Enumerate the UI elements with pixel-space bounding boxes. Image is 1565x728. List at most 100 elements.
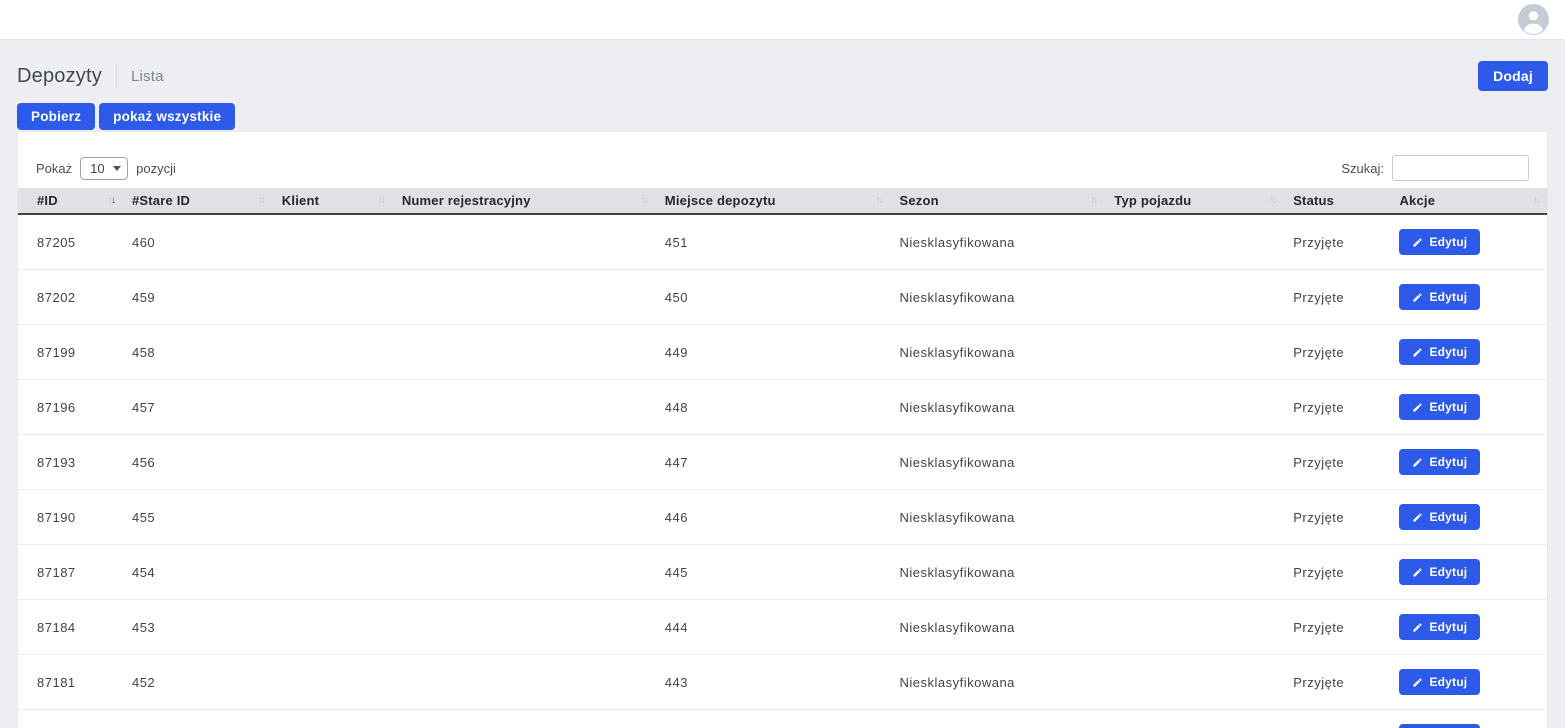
- download-button[interactable]: Pobierz: [17, 103, 95, 130]
- cell-numer: [392, 655, 655, 710]
- sort-icon: ↑↓: [641, 195, 647, 206]
- edit-button[interactable]: Edytuj: [1399, 449, 1480, 475]
- page-length-select[interactable]: 10: [80, 157, 128, 180]
- cell-status: Przyjęte: [1283, 655, 1389, 710]
- cell-sezon: Niesklasyfikowana: [889, 490, 1104, 545]
- column-header-sezon[interactable]: Sezon↑↓: [889, 188, 1104, 214]
- search-input[interactable]: [1392, 155, 1529, 181]
- pencil-icon: [1412, 347, 1423, 358]
- cell-sezon: Niesklasyfikowana: [889, 435, 1104, 490]
- cell-old-id: 456: [122, 435, 272, 490]
- edit-button[interactable]: Edytuj: [1399, 504, 1480, 530]
- cell-old-id: 457: [122, 380, 272, 435]
- edit-button[interactable]: Edytuj: [1399, 724, 1480, 728]
- cell-sezon: Niesklasyfikowana: [889, 325, 1104, 380]
- topbar: [0, 0, 1565, 40]
- cell-old-id: 454: [122, 545, 272, 600]
- cell-typ: [1104, 270, 1283, 325]
- cell-id: 87193: [18, 435, 122, 490]
- cell-old-id: 460: [122, 214, 272, 270]
- column-header-miejsce-depozytu[interactable]: Miejsce depozytu↑↓: [655, 188, 890, 214]
- pencil-icon: [1412, 457, 1423, 468]
- edit-button[interactable]: Edytuj: [1399, 229, 1480, 255]
- add-button[interactable]: Dodaj: [1478, 61, 1548, 91]
- cell-numer: [392, 214, 655, 270]
- cell-typ: [1104, 600, 1283, 655]
- cell-old-id: 451: [122, 710, 272, 728]
- cell-numer: [392, 325, 655, 380]
- cell-typ: [1104, 545, 1283, 600]
- cell-sezon: Niesklasyfikowana: [889, 214, 1104, 270]
- cell-old-id: 453: [122, 600, 272, 655]
- pencil-icon: [1412, 292, 1423, 303]
- cell-typ: [1104, 214, 1283, 270]
- cell-old-id: 455: [122, 490, 272, 545]
- cell-miejsce: 448: [655, 380, 890, 435]
- cell-status: Przyjęte: [1283, 270, 1389, 325]
- column-header-status: Status: [1283, 188, 1389, 214]
- cell-miejsce: 444: [655, 600, 890, 655]
- cell-akcje: Edytuj: [1389, 214, 1547, 270]
- cell-numer: [392, 545, 655, 600]
- column-header-klient[interactable]: Klient↑↓: [272, 188, 392, 214]
- edit-button[interactable]: Edytuj: [1399, 284, 1480, 310]
- table-row: 87205 460 451 Niesklasyfikowana Przyjęte…: [18, 214, 1547, 270]
- table-card: Pokaż 10 pozycji Szukaj: #ID↑↓: [17, 131, 1548, 728]
- edit-button[interactable]: Edytuj: [1399, 669, 1480, 695]
- pencil-icon: [1412, 237, 1423, 248]
- table-row: 87193 456 447 Niesklasyfikowana Przyjęte…: [18, 435, 1547, 490]
- cell-klient: [272, 325, 392, 380]
- sort-icon: ↑↓: [108, 195, 114, 206]
- cell-klient: [272, 600, 392, 655]
- column-header-typ-pojazdu[interactable]: Typ pojazdu↑↓: [1104, 188, 1283, 214]
- column-header-stare-id[interactable]: #Stare ID↑↓: [122, 188, 272, 214]
- cell-typ: [1104, 325, 1283, 380]
- cell-akcje: Edytuj: [1389, 600, 1547, 655]
- cell-klient: [272, 214, 392, 270]
- user-avatar-button[interactable]: [1518, 4, 1549, 35]
- cell-akcje: Edytuj: [1389, 435, 1547, 490]
- cell-id: 87196: [18, 380, 122, 435]
- pencil-icon: [1412, 677, 1423, 688]
- cell-status: Przyjęte: [1283, 380, 1389, 435]
- cell-id: 87181: [18, 655, 122, 710]
- pencil-icon: [1412, 622, 1423, 633]
- length-label-after: pozycji: [136, 161, 176, 176]
- cell-typ: [1104, 380, 1283, 435]
- cell-old-id: 458: [122, 325, 272, 380]
- cell-status: Przyjęte: [1283, 490, 1389, 545]
- pencil-icon: [1412, 512, 1423, 523]
- edit-button[interactable]: Edytuj: [1399, 614, 1480, 640]
- column-header-numer-rejestracyjny[interactable]: Numer rejestracyjny↑↓: [392, 188, 655, 214]
- sort-icon: ↑↓: [1090, 195, 1096, 206]
- column-header-id[interactable]: #ID↑↓: [18, 188, 122, 214]
- search-label: Szukaj:: [1341, 161, 1384, 176]
- cell-klient: [272, 380, 392, 435]
- cell-status: Przyjęte: [1283, 545, 1389, 600]
- cell-klient: [272, 655, 392, 710]
- sort-icon: ↑↓: [258, 195, 264, 206]
- cell-miejsce: 443: [655, 655, 890, 710]
- column-header-akcje[interactable]: Akcje↑↓: [1389, 188, 1547, 214]
- table-row: 87187 454 445 Niesklasyfikowana Przyjęte…: [18, 545, 1547, 600]
- page-length-control: Pokaż 10 pozycji: [36, 157, 176, 180]
- cell-klient: [272, 710, 392, 728]
- cell-klient: [272, 490, 392, 545]
- cell-miejsce: 442: [655, 710, 890, 728]
- cell-klient: [272, 545, 392, 600]
- edit-button[interactable]: Edytuj: [1399, 339, 1480, 365]
- edit-button[interactable]: Edytuj: [1399, 394, 1480, 420]
- cell-akcje: Edytuj: [1389, 655, 1547, 710]
- cell-old-id: 459: [122, 270, 272, 325]
- cell-numer: [392, 380, 655, 435]
- cell-akcje: Edytuj: [1389, 710, 1547, 728]
- cell-id: 87199: [18, 325, 122, 380]
- table-row: 87181 452 443 Niesklasyfikowana Przyjęte…: [18, 655, 1547, 710]
- table-header-row: #ID↑↓ #Stare ID↑↓ Klient↑↓ Numer rejestr…: [18, 188, 1547, 214]
- show-all-button[interactable]: pokaż wszystkie: [99, 103, 235, 130]
- pencil-icon: [1412, 567, 1423, 578]
- cell-typ: [1104, 490, 1283, 545]
- edit-button[interactable]: Edytuj: [1399, 559, 1480, 585]
- user-icon: [1518, 4, 1549, 35]
- cell-typ: [1104, 655, 1283, 710]
